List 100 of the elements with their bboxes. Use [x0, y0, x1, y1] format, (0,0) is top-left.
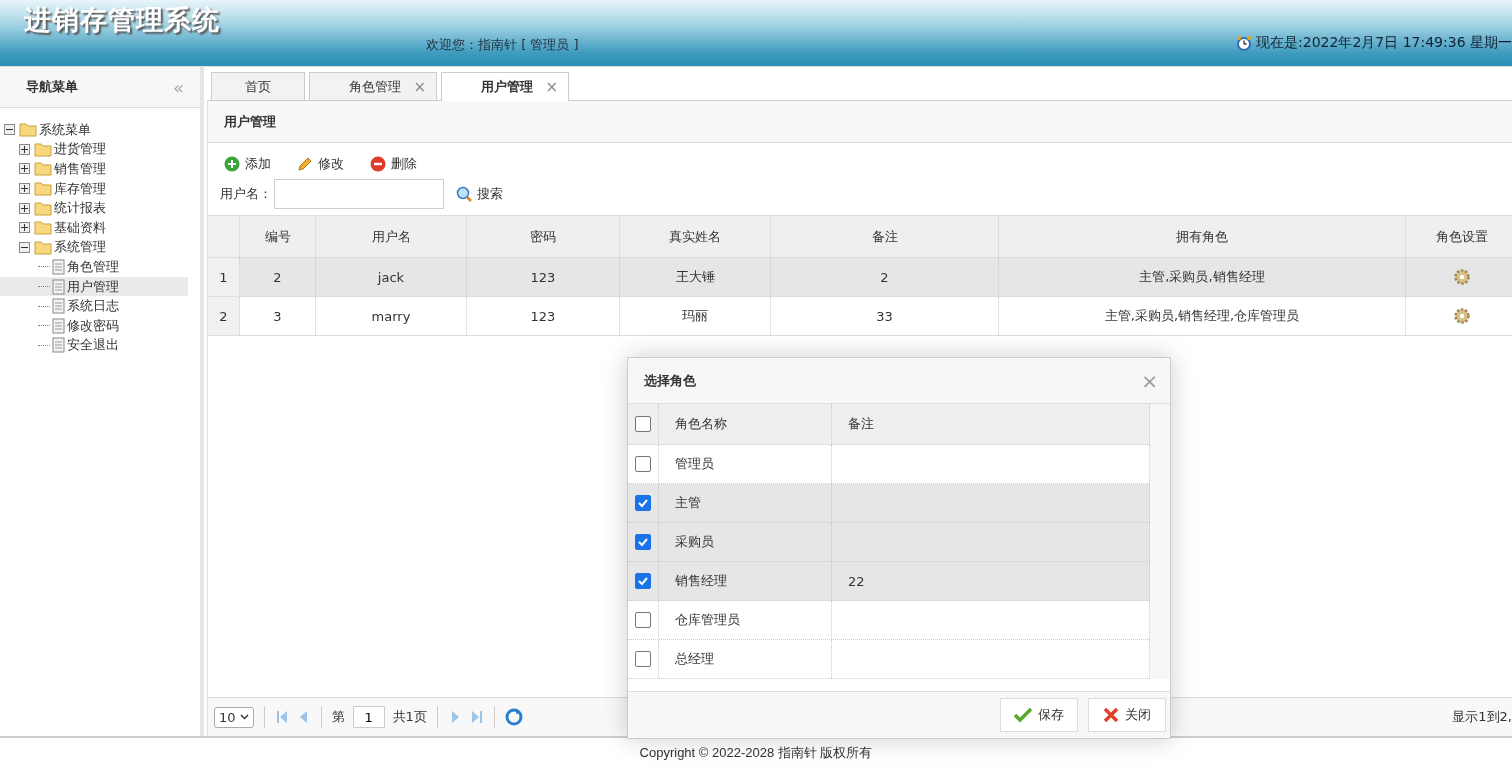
row-number: 2 — [208, 297, 240, 335]
panel-title: 用户管理 — [224, 112, 276, 131]
column-header[interactable]: 编号 — [240, 216, 316, 257]
table-cell: 玛丽 — [620, 297, 771, 335]
tree-item[interactable]: 系统菜单 — [39, 120, 91, 139]
add-button[interactable]: 添加 — [220, 151, 275, 177]
page-count: 共1页 — [392, 708, 427, 726]
tree-toggle-icon[interactable] — [19, 222, 30, 234]
pencil-icon — [297, 156, 313, 172]
save-button[interactable]: 保存 — [1000, 698, 1078, 732]
checkbox[interactable] — [635, 456, 651, 472]
table-cell: 22 — [832, 562, 1150, 600]
checkbox[interactable] — [635, 573, 651, 589]
folder-icon — [34, 161, 52, 177]
caret-icon — [239, 714, 249, 720]
tree-toggle-icon[interactable] — [4, 124, 15, 136]
tree-item-row[interactable]: 安全退出 — [0, 335, 188, 356]
document-icon — [52, 258, 65, 275]
refresh-icon[interactable] — [504, 708, 523, 726]
checkbox[interactable] — [635, 495, 651, 511]
close-button[interactable]: 关闭 — [1088, 698, 1166, 732]
document-icon — [52, 337, 65, 354]
page-summary: 显示1到2, — [1452, 708, 1512, 726]
checkbox[interactable] — [635, 612, 651, 628]
select-all-checkbox[interactable] — [635, 416, 651, 432]
tree-toggle-icon[interactable] — [19, 163, 30, 175]
tab[interactable]: 首页 — [211, 72, 305, 100]
document-icon — [52, 317, 65, 334]
column-header[interactable]: 密码 — [467, 216, 620, 257]
tree-item[interactable]: 基础资料 — [54, 218, 106, 237]
search-icon — [456, 186, 472, 202]
tree-item[interactable]: 系统管理 — [54, 238, 106, 257]
tree-item-row[interactable]: 角色管理 — [0, 257, 188, 277]
tree-toggle-icon[interactable] — [19, 241, 30, 253]
tree-toggle-icon[interactable] — [19, 143, 30, 155]
table-cell: 2 — [771, 258, 999, 296]
table-cell: 主管,采购员,销售经理,仓库管理员 — [999, 297, 1406, 335]
dialog-title: 选择角色 — [644, 371, 696, 390]
table-cell: 仓库管理员 — [659, 601, 832, 639]
gear-icon[interactable] — [1453, 307, 1471, 325]
welcome-text: 欢迎您：指南针 [ 管理员 ] — [426, 36, 579, 54]
gear-icon[interactable] — [1453, 268, 1471, 286]
column-header[interactable]: 备注 — [832, 404, 1150, 444]
tree-item[interactable]: 统计报表 — [54, 199, 106, 218]
table-cell: 总经理 — [659, 640, 832, 678]
checkbox[interactable] — [635, 534, 651, 550]
tree-item-row[interactable]: 系统日志 — [0, 296, 188, 316]
folder-icon — [34, 141, 52, 157]
table-row[interactable]: 2 3 marry 123 玛丽 33 主管,采购员,销售经理,仓库管理员 — [208, 297, 1512, 336]
table-cell: 管理员 — [659, 445, 832, 483]
column-header[interactable]: 拥有角色 — [999, 216, 1406, 257]
table-cell: 王大锤 — [620, 258, 771, 296]
table-cell: jack — [316, 258, 467, 296]
row-number: 1 — [208, 258, 240, 296]
column-header[interactable]: 备注 — [771, 216, 999, 257]
tree-item-row[interactable]: 用户管理 — [0, 276, 188, 297]
tree-item-label: 修改密码 — [67, 316, 119, 335]
tree-toggle-icon[interactable] — [19, 202, 30, 214]
page-size-select[interactable]: 10 — [214, 706, 254, 728]
cross-icon — [1103, 707, 1119, 723]
table-row[interactable]: 1 2 jack 123 王大锤 2 主管,采购员,销售经理 — [208, 258, 1512, 297]
tree-item-row[interactable]: 修改密码 — [0, 315, 188, 336]
table-cell: 采购员 — [659, 523, 832, 561]
tree-item[interactable]: 库存管理 — [54, 179, 106, 198]
page-number-field[interactable]: 1 — [352, 706, 385, 728]
tree-item[interactable]: 销售管理 — [54, 160, 106, 178]
column-header[interactable]: 角色名称 — [659, 404, 832, 444]
checkbox[interactable] — [635, 651, 651, 667]
column-header[interactable]: 真实姓名 — [620, 216, 771, 257]
delete-button[interactable]: 删除 — [366, 151, 421, 177]
table-cell: 3 — [240, 297, 316, 335]
minus-icon — [370, 156, 386, 172]
search-button[interactable]: 搜索 — [452, 181, 507, 207]
table-cell: 123 — [467, 297, 620, 335]
table-cell: marry — [316, 297, 467, 335]
tree-toggle-icon[interactable] — [19, 183, 30, 195]
close-icon[interactable]: × — [545, 78, 558, 96]
table-cell: 主管,采购员,销售经理 — [999, 258, 1406, 296]
username-field[interactable] — [274, 179, 444, 209]
checkmark-icon — [1014, 707, 1032, 723]
document-icon — [52, 278, 65, 295]
document-icon — [52, 298, 65, 315]
column-header[interactable]: 用户名 — [316, 216, 467, 257]
tree-item-label: 用户管理 — [67, 277, 119, 296]
folder-icon — [34, 200, 52, 216]
page-prefix: 第 — [331, 708, 345, 726]
tab[interactable]: 用户管理 × — [441, 72, 569, 101]
tree-item[interactable]: 进货管理 — [54, 140, 106, 159]
clock-text: 现在是:2022年2月7日 17:49:36 星期一 — [1256, 34, 1512, 52]
tree-item-label: 角色管理 — [67, 257, 119, 276]
folder-icon — [34, 239, 52, 255]
username-label: 用户名： — [220, 185, 272, 203]
tab[interactable]: 角色管理 × — [309, 72, 437, 100]
tree-item-label: 系统日志 — [67, 297, 119, 316]
copyright-text: Copyright © 2022-2028 指南针 版权所有 — [639, 744, 873, 762]
table-cell: 33 — [771, 297, 999, 335]
folder-icon — [19, 122, 37, 138]
clock-icon — [1236, 35, 1253, 51]
edit-button[interactable]: 修改 — [293, 151, 348, 177]
column-header[interactable]: 角色设置 — [1406, 216, 1512, 257]
